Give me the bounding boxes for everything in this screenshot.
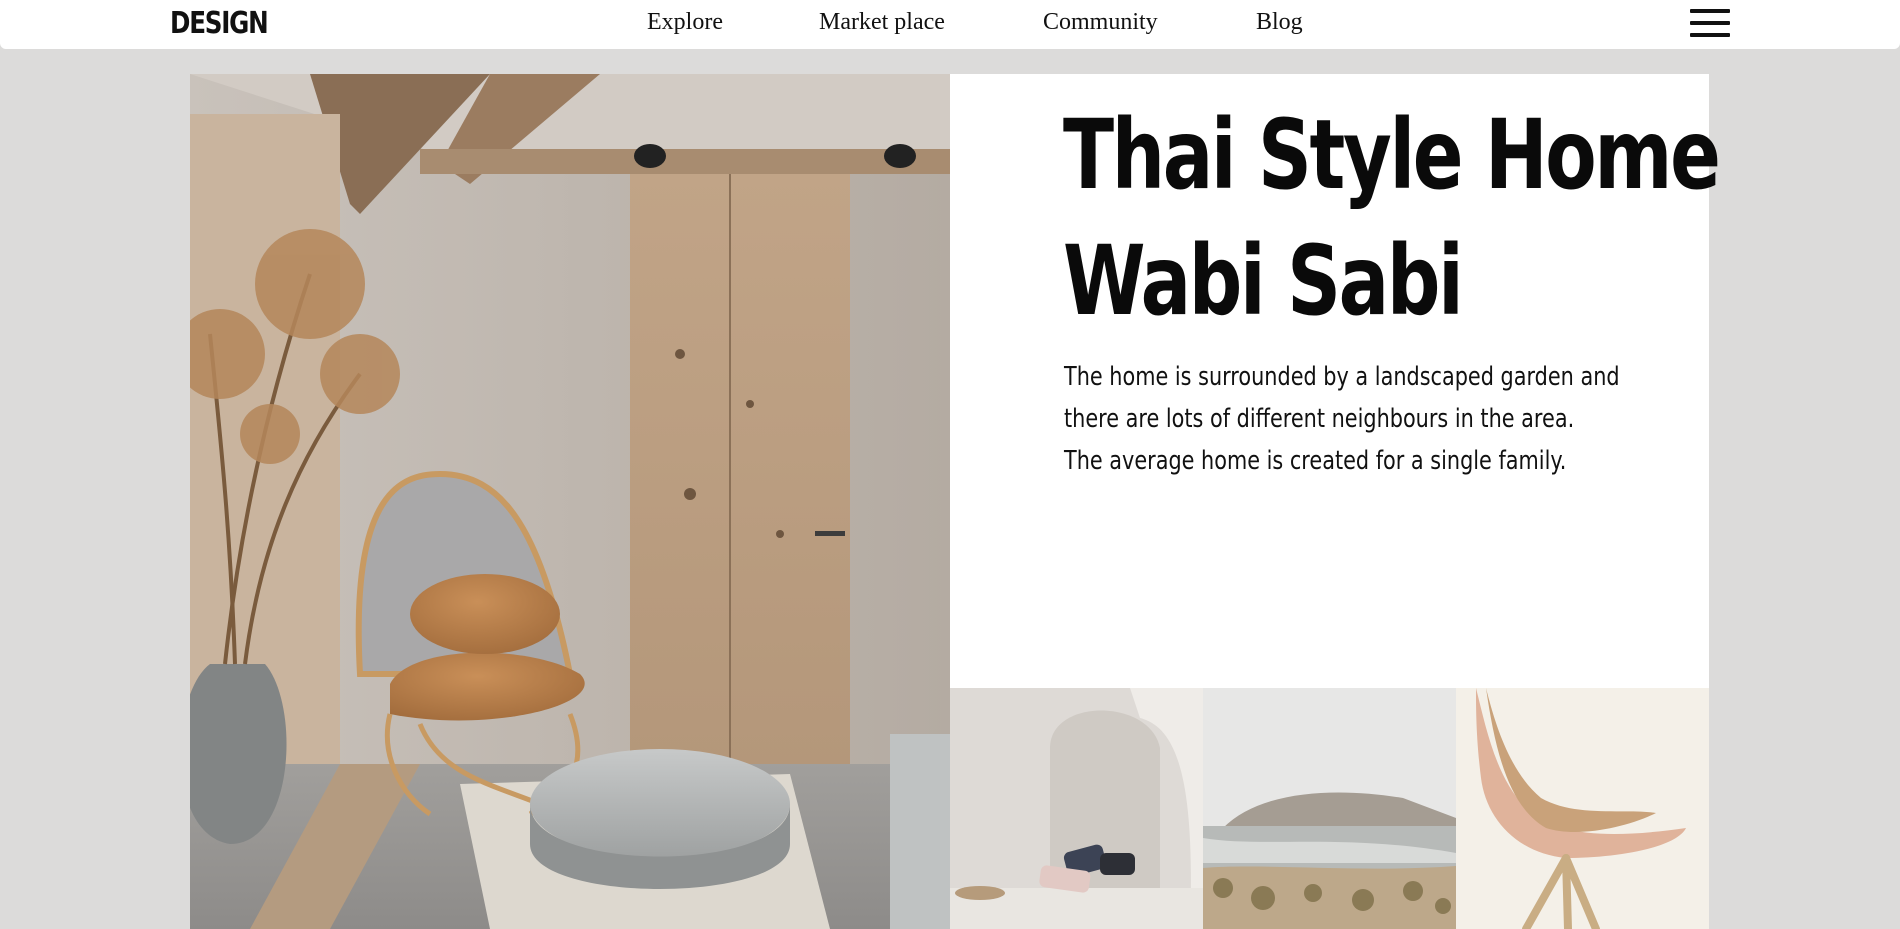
thumbnail-alcove-image[interactable]: [950, 688, 1203, 929]
site-logo[interactable]: DESIGN: [170, 6, 269, 41]
hero-description: The home is surrounded by a landscaped g…: [1064, 356, 1620, 482]
hero-description-line-3: The average home is created for a single…: [1064, 446, 1567, 476]
hero-text-panel: Thai Style Home Wabi Sabi The home is su…: [950, 74, 1721, 688]
hero-description-line-2: there are lots of different neighbours i…: [1064, 404, 1575, 434]
nav-link-explore[interactable]: Explore: [647, 9, 723, 36]
hero-interior-image: [190, 74, 950, 929]
thumbnail-chair-image[interactable]: [1456, 688, 1709, 929]
hero-title: Thai Style Home Wabi Sabi: [1063, 92, 1721, 344]
nav-link-community[interactable]: Community: [1043, 9, 1158, 36]
hamburger-menu-icon[interactable]: [1690, 9, 1730, 39]
hero-title-line-1: Thai Style Home: [1063, 99, 1721, 211]
top-navbar: DESIGN Explore Market place Community Bl…: [0, 0, 1900, 49]
nav-link-market-place[interactable]: Market place: [819, 9, 945, 36]
hero-description-line-1: The home is surrounded by a landscaped g…: [1064, 362, 1620, 392]
nav-link-blog[interactable]: Blog: [1256, 9, 1303, 36]
hero-title-line-2: Wabi Sabi: [1063, 225, 1464, 337]
thumbnail-coast-image[interactable]: [1203, 688, 1456, 929]
